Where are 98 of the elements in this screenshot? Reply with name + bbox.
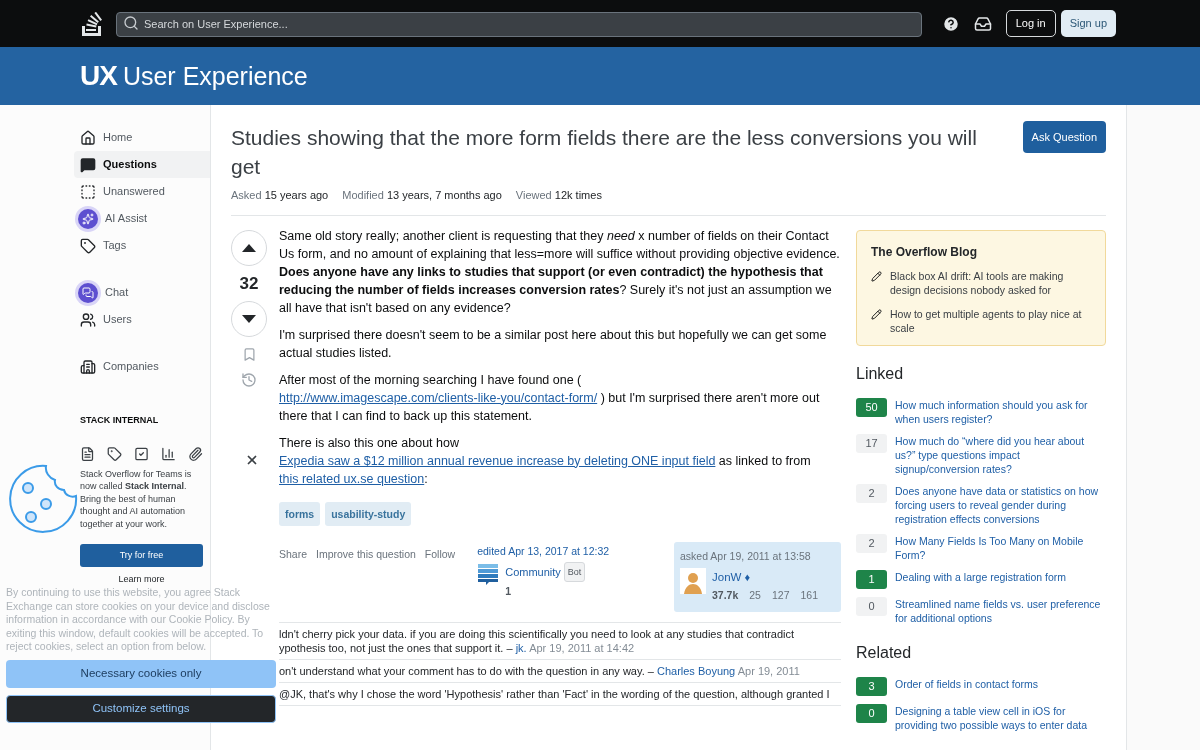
reputation: 1 bbox=[505, 583, 513, 599]
body-paragraph: Same old story really; another client is requesting that they need x number of fields on their Contact Us form, and no amount of explaining that less=more will suffice without providing objective evidence. Does anyone have any links to studies that support (or even contradict) the hypothesis that reducing the number of fields increases conversion rates? Surely it's not just an assumption we all have that isn't based on any evidence? bbox=[279, 227, 841, 317]
user-avatar bbox=[680, 567, 706, 594]
bar-chart-icon bbox=[161, 445, 176, 462]
section-heading: Related bbox=[856, 642, 913, 663]
search-icon bbox=[123, 15, 139, 31]
comment-text: ldn't cherry pick your data. if you are doing this scientifically you need to look at any studies that contradict ypothesis too, not just the ones that support it. – jk. Apr 19, 2011 at 14:42 bbox=[279, 622, 841, 660]
nav-item[interactable]: Users bbox=[74, 306, 210, 333]
edited-date-link[interactable]: edited Apr 13, 2017 at 12:32 bbox=[477, 543, 636, 558]
question-link[interactable]: How much information should you ask for when users register? bbox=[895, 397, 1106, 426]
site-logo[interactable]: UX bbox=[80, 62, 117, 90]
section-title: STACK INTERNAL bbox=[80, 414, 160, 427]
home-icon bbox=[80, 129, 96, 146]
question-title: Studies showing that the more form fields there are the less conversions you will get bbox=[231, 125, 978, 180]
question-link[interactable]: Does anyone have data or statistics on how forcing users to reveal gender during registration effects conversions bbox=[895, 483, 1106, 526]
question-link[interactable]: Order of fields in contact forms bbox=[895, 676, 1038, 691]
cookie-icon bbox=[6, 462, 78, 536]
comment-text: @JK, that's why I chose the word 'Hypothesis' rather than 'Fact' in the wording of the question, although granted I bbox=[279, 682, 841, 706]
section-heading: Linked bbox=[856, 363, 905, 384]
comment-text: on't understand what your comment has to do with the question in any way. – Charles Boyung Apr 19, 2011 bbox=[279, 659, 841, 683]
badge-count: 25 bbox=[749, 587, 761, 603]
cookie-notice: By continuing to use this website, you agree Stack Exchange can store cookies on your device and disclose information in accordance with our Cookie Policy. By exiting this window, default cookies will be accepted. To reject cookies, select an option from below. bbox=[6, 586, 271, 654]
paperclip-icon bbox=[188, 445, 203, 462]
learn-more-link[interactable]: Learn more bbox=[118, 573, 165, 587]
up-triangle-icon bbox=[242, 243, 256, 252]
tag-chip[interactable]: usability-study bbox=[325, 501, 412, 526]
check-square-icon bbox=[134, 445, 149, 462]
customize-settings-button[interactable]: Customize settings bbox=[6, 694, 276, 723]
user-link[interactable]: Community bbox=[505, 562, 561, 581]
question-link[interactable]: Dealing with a large registration form bbox=[895, 569, 1066, 584]
vote-count: 0 bbox=[856, 596, 887, 616]
badge-count: 161 bbox=[800, 587, 819, 603]
vote-count: 1 bbox=[856, 569, 887, 589]
login-button[interactable]: Log in bbox=[1005, 10, 1056, 37]
question-link[interactable]: How Many Fields Is Too Many on Mobile Form? bbox=[895, 533, 1106, 562]
vote-count: 3 bbox=[856, 676, 887, 696]
signup-button[interactable]: Sign up bbox=[1060, 10, 1116, 37]
search-field[interactable]: Search on User Experience... bbox=[116, 11, 922, 37]
question-link[interactable]: Designing a table view cell in iOS for providing two possible ways to enter data bbox=[895, 703, 1106, 732]
bot-label: Bot bbox=[563, 561, 586, 582]
site-name[interactable]: User Experience bbox=[122, 63, 308, 89]
body-paragraph: I'm surprised there doesn't seem to be a similar post here about this but hopefully we can get some actual studies listed. bbox=[279, 326, 828, 362]
nav-item[interactable]: Tags bbox=[74, 232, 210, 259]
post-action-link[interactable]: Improve this question bbox=[316, 544, 416, 563]
post-action-link[interactable]: Follow bbox=[424, 544, 456, 563]
comment-author-link[interactable]: Charles Boyung bbox=[656, 664, 736, 677]
blog-link[interactable]: Black box AI drift: AI tools are making design decisions nobody asked for bbox=[890, 268, 1091, 297]
vote-count: 0 bbox=[856, 703, 887, 723]
question-link[interactable]: Streamlined name fields vs. user preference for additional options bbox=[895, 596, 1106, 625]
nav-item[interactable]: Chat bbox=[74, 279, 210, 306]
nav-item[interactable]: Questions bbox=[74, 151, 210, 178]
question-meta: Modified 13 years, 7 months ago bbox=[342, 188, 502, 203]
try-for-free-button[interactable]: Try for free bbox=[80, 544, 203, 567]
body-link[interactable]: http://www.imagescape.com/clients-like-you/contact-form/ bbox=[279, 390, 598, 405]
ask-question-button[interactable]: Ask Question bbox=[1022, 121, 1106, 153]
tag-icon bbox=[107, 445, 122, 462]
pencil-icon bbox=[871, 270, 882, 282]
vote-count: 2 bbox=[856, 533, 887, 553]
inbox-icon[interactable] bbox=[973, 14, 992, 33]
asked-date: asked Apr 19, 2011 at 13:58 bbox=[680, 548, 812, 564]
question-meta: Asked 15 years ago bbox=[231, 188, 329, 203]
pencil-icon bbox=[871, 308, 882, 320]
square-icon bbox=[80, 183, 96, 200]
body-paragraph: There is also this one about how Expedia saw a $12 million annual revenue increase by deleting ONE input field as linked to from this related ux.se question: bbox=[279, 434, 812, 488]
community-avatar bbox=[477, 561, 500, 586]
vote-score: 32 bbox=[239, 272, 259, 295]
user-link[interactable]: JonW bbox=[712, 567, 742, 586]
nav-item[interactable]: AI Assist bbox=[74, 205, 210, 232]
tag-chip[interactable]: forms bbox=[279, 501, 321, 526]
nav-item[interactable]: Home bbox=[74, 124, 210, 151]
building-icon bbox=[80, 358, 96, 375]
badge-count: 127 bbox=[771, 587, 790, 603]
nav-item[interactable]: Companies bbox=[74, 353, 210, 380]
stacked-logo-icon[interactable] bbox=[80, 11, 102, 36]
question-meta: Viewed 12k times bbox=[515, 188, 602, 203]
blog-title: The Overflow Blog bbox=[871, 243, 978, 261]
sparkle-icon bbox=[78, 208, 98, 229]
chat-bubble-icon bbox=[80, 156, 96, 173]
question-link[interactable]: How much do “where did you hear about us?” type questions impact signup/conversion rates? bbox=[895, 433, 1106, 476]
body-paragraph: After most of the morning searching I have found one ( http://www.imagescape.com/clients-like-you/contact-form/ ) but I'm surprised there aren't more out there that I can find to back up this statement. bbox=[279, 371, 821, 425]
blog-link[interactable]: How to get multiple agents to play nice at scale bbox=[890, 306, 1091, 335]
comment-author-link[interactable]: jk. bbox=[515, 641, 527, 654]
chat-icon bbox=[78, 282, 98, 303]
vote-count: 2 bbox=[856, 483, 887, 503]
vote-count: 17 bbox=[856, 433, 887, 453]
tag-icon bbox=[80, 237, 96, 254]
reputation: 37.7k bbox=[712, 587, 739, 603]
necessary-cookies-button[interactable]: Necessary cookies only bbox=[6, 659, 276, 688]
post-action-link[interactable]: Share bbox=[279, 544, 308, 563]
help-icon[interactable] bbox=[941, 14, 960, 33]
vote-count: 50 bbox=[856, 397, 887, 417]
nav-item[interactable]: Unanswered bbox=[74, 178, 210, 205]
promo-text: Stack Overflow for Teams is now called Stack Internal. Bring the best of human thought and AI automation together at your work. bbox=[80, 467, 193, 530]
moderator-mark: ♦ bbox=[744, 569, 751, 585]
body-link[interactable]: Expedia saw a $12 million annual revenue increase by deleting ONE input field bbox=[279, 453, 716, 468]
users-icon bbox=[80, 311, 96, 328]
document-icon bbox=[80, 445, 95, 462]
down-triangle-icon bbox=[242, 315, 256, 323]
